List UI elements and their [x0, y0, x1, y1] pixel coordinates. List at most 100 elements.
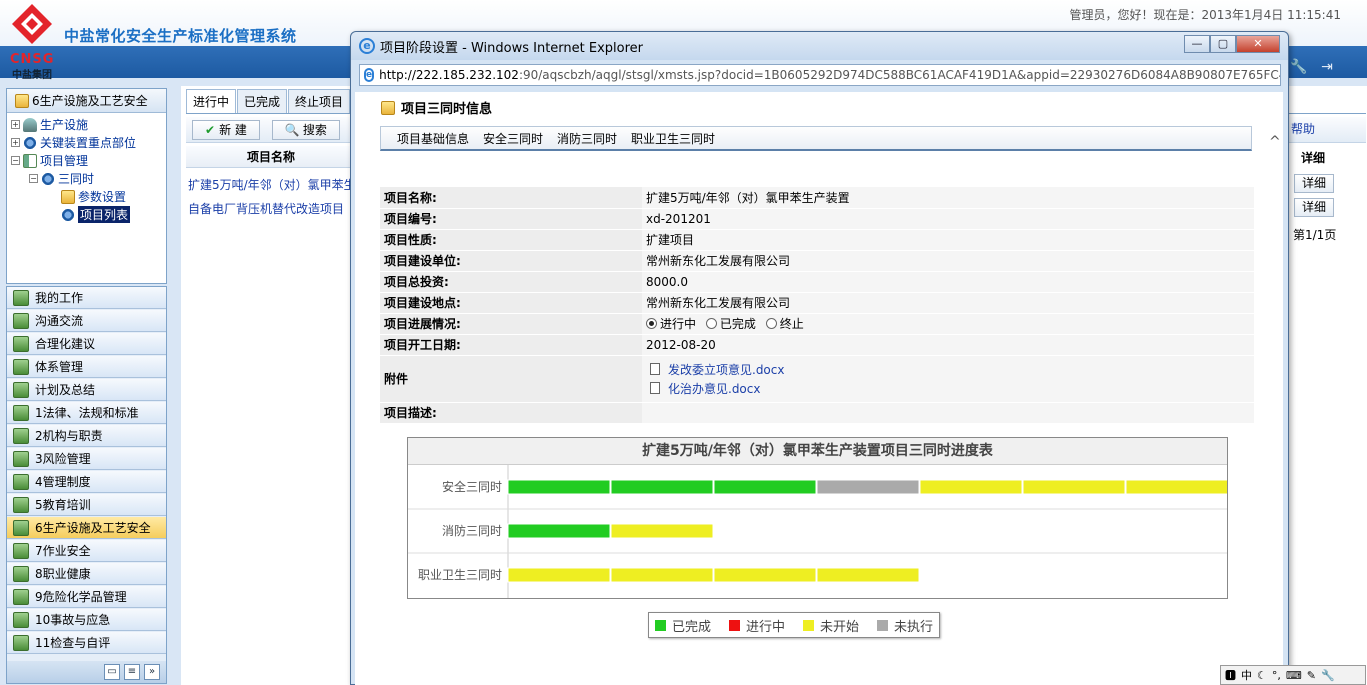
- menu-item-suggestions[interactable]: 合理化建议: [7, 333, 166, 355]
- field-row: 附件 发改委立项意见.docx 化治办意见.docx: [380, 355, 1254, 403]
- menu-item-rules[interactable]: 4管理制度: [7, 471, 166, 493]
- punctuation-icon[interactable]: °,: [1272, 669, 1281, 682]
- collapse-icon[interactable]: −: [11, 156, 20, 165]
- tab-terminated[interactable]: 终止项目: [288, 89, 351, 113]
- field-row: 项目建设单位: 常州新东化工发展有限公司: [380, 250, 1254, 272]
- wrench-icon[interactable]: 🔧: [1321, 669, 1335, 682]
- menu-item-organization[interactable]: 2机构与职责: [7, 425, 166, 447]
- window-titlebar[interactable]: e 项目阶段设置 - Windows Internet Explorer — ▢…: [351, 32, 1288, 60]
- wrench-icon[interactable]: 🔧: [1290, 58, 1308, 76]
- chart-bar-segment: [816, 479, 920, 495]
- tree-item-project-list[interactable]: 项目列表: [61, 206, 131, 223]
- tab-completed[interactable]: 已完成: [237, 89, 288, 113]
- legend-label: 未开始: [820, 619, 860, 635]
- ime-language[interactable]: 中: [1241, 667, 1252, 683]
- subtab-fire[interactable]: 消防三同时: [557, 130, 617, 147]
- keyboard-icon[interactable]: ⌨: [1286, 669, 1302, 682]
- scroll-up-arrow-icon[interactable]: ^: [1269, 134, 1281, 150]
- menu-item-system-management[interactable]: 体系管理: [7, 356, 166, 378]
- legend-swatch: [655, 619, 666, 631]
- chart-bar-segment: [713, 479, 817, 495]
- chart-category-label: 安全三同时: [442, 479, 502, 494]
- menu-item-communication[interactable]: 沟通交流: [7, 310, 166, 332]
- subtab-basic-info[interactable]: 项目基础信息: [397, 130, 469, 147]
- attachment-link[interactable]: 化治办意见.docx: [668, 380, 760, 397]
- moon-icon[interactable]: ☾: [1257, 669, 1267, 682]
- chart-bar-segment: [1022, 479, 1126, 495]
- folder-icon: [15, 93, 29, 108]
- address-bar[interactable]: e http://222.185.232.102:90/aqscbzh/aqgl…: [359, 64, 1281, 86]
- legend-swatch: [803, 619, 815, 631]
- close-button[interactable]: ✕: [1236, 35, 1280, 53]
- field-row: 项目名称: 扩建5万吨/年邻（对）氯甲苯生产装置: [380, 187, 1254, 209]
- menu-item-training[interactable]: 5教育培训: [7, 494, 166, 516]
- page-info: 第1/1页: [1293, 228, 1337, 242]
- menu-item-plans[interactable]: 计划及总结: [7, 379, 166, 401]
- detail-button[interactable]: 详细: [1294, 174, 1334, 193]
- ime-logo-icon: 🅸: [1225, 669, 1236, 682]
- legend-label: 未执行: [894, 619, 934, 635]
- attachment-link[interactable]: 发改委立项意见.docx: [668, 361, 784, 378]
- tree-item-key-units[interactable]: + 关键装置重点部位: [11, 134, 136, 151]
- person-icon: [13, 473, 29, 490]
- flask-icon: [13, 588, 29, 605]
- tree-item-project-management[interactable]: − 项目管理: [11, 152, 88, 169]
- tree-item-three-simultaneous[interactable]: − 三同时: [29, 170, 94, 187]
- chart-bar-segment: [610, 479, 714, 495]
- menu-item-facilities[interactable]: 6生产设施及工艺安全: [7, 517, 166, 539]
- chart-bar-segment: [713, 567, 817, 583]
- radio-completed[interactable]: 已完成: [705, 315, 756, 332]
- radio-dot: [765, 318, 777, 329]
- help-link[interactable]: 帮助: [1291, 120, 1315, 137]
- legend-label: 进行中: [746, 619, 786, 635]
- tool-icon[interactable]: ✎: [1307, 669, 1316, 682]
- document-icon: [650, 363, 660, 375]
- chart-plot: 安全三同时消防三同时职业卫生三同时: [408, 465, 1227, 598]
- people-icon: [23, 117, 37, 132]
- window-controls: — ▢ ✕: [1184, 35, 1280, 53]
- menu-item-occupational-health[interactable]: 8职业健康: [7, 563, 166, 585]
- menu-item-inspection[interactable]: 11检查与自评: [7, 632, 166, 654]
- tab-in-progress[interactable]: 进行中: [186, 89, 237, 113]
- search-button[interactable]: 🔍 搜索: [271, 119, 340, 140]
- legend-label: 已完成: [672, 619, 712, 635]
- menu-item-hazardous-chemicals[interactable]: 9危险化学品管理: [7, 586, 166, 608]
- column-header-name: 项目名称: [186, 146, 356, 168]
- project-link[interactable]: 自备电厂背压机替代改造项目: [188, 200, 344, 217]
- legend-swatch: [877, 619, 889, 631]
- menu-footer: ▭ ≡ »: [7, 661, 166, 683]
- subtab-safety[interactable]: 安全三同时: [483, 130, 543, 147]
- expand-icon[interactable]: +: [11, 138, 20, 147]
- radio-in-progress[interactable]: 进行中: [646, 315, 696, 332]
- minimize-button[interactable]: —: [1184, 35, 1210, 53]
- chart-bar-segment: [610, 567, 714, 583]
- field-row: 项目描述:: [380, 402, 1254, 424]
- menu-item-my-work[interactable]: 我的工作: [7, 287, 166, 309]
- expand-more-icon[interactable]: »: [144, 664, 160, 680]
- menu-item-laws[interactable]: 1法律、法规和标准: [7, 402, 166, 424]
- folder-icon: [13, 611, 29, 628]
- logout-icon[interactable]: ⇥: [1318, 58, 1336, 76]
- tree-item-facilities[interactable]: + 生产设施: [11, 116, 88, 133]
- project-link[interactable]: 扩建5万吨/年邻（对）氯甲苯生: [188, 176, 356, 193]
- column-header-detail: 详细: [1300, 151, 1325, 165]
- menu-item-operation-safety[interactable]: 7作业安全: [7, 540, 166, 562]
- tree-title[interactable]: 6生产设施及工艺安全: [7, 89, 166, 113]
- maximize-button[interactable]: ▢: [1210, 35, 1236, 53]
- menu-item-emergency[interactable]: 10事故与应急: [7, 609, 166, 631]
- radio-terminated[interactable]: 终止: [765, 315, 804, 332]
- chart-icon: [13, 634, 29, 651]
- collapse-icon[interactable]: −: [29, 174, 38, 183]
- subtab-occupational-health[interactable]: 职业卫生三同时: [631, 130, 715, 147]
- expand-icon[interactable]: +: [11, 120, 20, 129]
- window-title: 项目阶段设置 - Windows Internet Explorer: [380, 40, 643, 56]
- legend-item: 未开始: [803, 616, 859, 635]
- tree-item-param-settings[interactable]: 参数设置: [61, 188, 126, 205]
- legend-item: 未执行: [877, 616, 933, 635]
- menu-item-risk[interactable]: 3风险管理: [7, 448, 166, 470]
- radio-dot: [705, 318, 717, 329]
- list-icon[interactable]: ≡: [124, 664, 140, 680]
- detail-button[interactable]: 详细: [1294, 198, 1334, 217]
- window-icon[interactable]: ▭: [104, 664, 120, 680]
- new-button[interactable]: ✔ 新 建: [192, 119, 260, 140]
